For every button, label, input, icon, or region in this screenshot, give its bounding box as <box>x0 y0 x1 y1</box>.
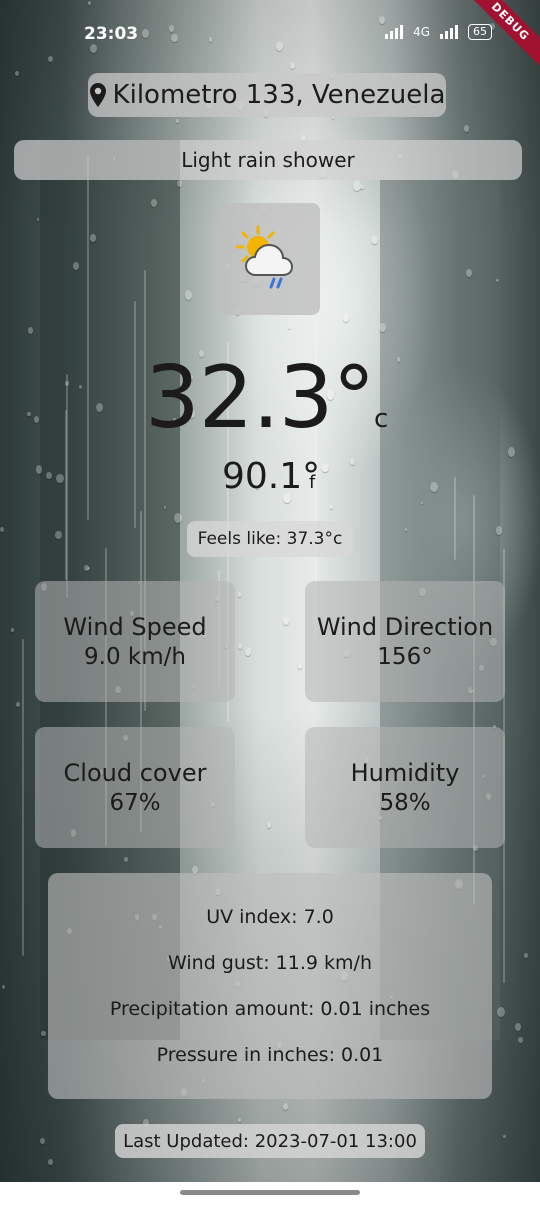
rain-drop <box>518 1036 524 1043</box>
status-bar: 23:03 4G 65 <box>0 0 540 60</box>
rain-drop <box>396 357 400 362</box>
pressure-row: Pressure in inches: 0.01 <box>156 1044 384 1066</box>
rain-drop <box>184 290 192 300</box>
sun-cloud-rain-icon <box>235 225 294 289</box>
wind-direction-card: Wind Direction 156° <box>305 581 505 702</box>
rain-drop <box>11 628 14 632</box>
network-type-label: 4G <box>413 25 430 39</box>
last-updated-pill: Last Updated: 2023-07-01 13:00 <box>115 1124 425 1158</box>
uv-index-row: UV index: 7.0 <box>206 906 334 928</box>
rain-drop <box>298 663 303 669</box>
condition-pill: Light rain shower <box>14 140 522 180</box>
rain-drop <box>175 119 179 123</box>
rain-drop <box>47 1158 53 1165</box>
card-label: Humidity <box>350 758 460 787</box>
rain-drop <box>329 504 334 510</box>
rain-drop <box>503 1134 506 1138</box>
rain-drop <box>266 822 272 829</box>
rain-drop <box>174 512 182 523</box>
rain-drop <box>496 1006 505 1017</box>
wind-gust-row: Wind gust: 11.9 km/h <box>168 952 372 974</box>
rain-drop <box>321 462 329 473</box>
wind-speed-card: Wind Speed 9.0 km/h <box>35 581 235 702</box>
rain-drop <box>464 125 469 132</box>
card-value: 58% <box>379 789 431 816</box>
rain-drop <box>289 61 296 69</box>
humidity-card: Humidity 58% <box>305 727 505 848</box>
rain-drop <box>95 402 103 412</box>
weather-condition-box <box>220 203 320 315</box>
rain-drop <box>150 199 157 208</box>
feels-like-pill: Feels like: 37.3°c <box>187 521 353 557</box>
rain-streak <box>65 409 68 581</box>
rain-drop <box>55 530 62 539</box>
battery-icon: 65 <box>468 24 492 40</box>
card-label: Cloud cover <box>63 758 207 787</box>
details-panel: UV index: 7.0 Wind gust: 11.9 km/h Preci… <box>48 873 492 1099</box>
card-label: Wind Speed <box>63 612 207 641</box>
card-label: Wind Direction <box>316 612 494 641</box>
rain-drop <box>523 952 528 959</box>
temperature-celsius: 32.3° <box>145 348 375 448</box>
rain-drop <box>36 218 40 222</box>
rain-drop <box>35 465 43 474</box>
signal-icon <box>440 25 458 39</box>
rain-drop <box>349 457 355 465</box>
card-value: 67% <box>109 789 161 816</box>
rain-drop <box>1 984 5 989</box>
map-pin-icon <box>89 83 106 107</box>
celsius-unit: c <box>374 404 389 434</box>
condition-text: Light rain shower <box>181 148 355 172</box>
rain-drop <box>27 411 31 417</box>
rain-drop <box>27 327 33 334</box>
rain-drop <box>15 702 20 708</box>
rain-drop <box>34 416 40 423</box>
rain-drop <box>244 647 251 656</box>
card-value: 156° <box>377 643 433 670</box>
status-time: 23:03 <box>84 24 139 44</box>
rain-drop <box>237 592 241 597</box>
rain-drop <box>78 385 82 389</box>
rain-drop <box>287 326 290 330</box>
rain-drop <box>430 482 438 493</box>
location-pill: Kilometro 133, Venezuela <box>88 73 446 117</box>
rain-drop <box>353 180 362 191</box>
rain-drop <box>283 1103 289 1111</box>
rain-drop <box>83 564 89 572</box>
feels-like-text: Feels like: 37.3°c <box>197 529 343 549</box>
rain-drop <box>466 268 473 277</box>
rain-drop <box>342 313 349 322</box>
rain-drop <box>508 447 516 457</box>
signal-icon <box>385 25 404 39</box>
fahrenheit-unit: f <box>309 472 316 493</box>
rain-drop <box>371 235 379 245</box>
status-icons: 4G 65 <box>385 24 492 40</box>
rain-drop <box>14 70 19 77</box>
rain-streak <box>86 156 89 520</box>
home-indicator[interactable] <box>180 1190 360 1195</box>
cloud-cover-card: Cloud cover 67% <box>35 727 235 848</box>
rain-drop <box>72 261 79 270</box>
rain-drop <box>238 1118 241 1122</box>
rain-drop <box>237 642 243 650</box>
temperature-fahrenheit: 90.1° <box>222 456 321 497</box>
rain-drop <box>56 473 64 484</box>
rain-drop <box>515 1022 522 1031</box>
precipitation-row: Precipitation amount: 0.01 inches <box>109 998 431 1020</box>
last-updated-text: Last Updated: 2023-07-01 13:00 <box>123 1130 417 1152</box>
rain-drop <box>177 179 183 187</box>
rain-drop <box>0 527 4 532</box>
rain-drop <box>495 526 503 535</box>
location-name: Kilometro 133, Venezuela <box>112 80 446 110</box>
rain-drop <box>282 616 290 626</box>
rain-streak <box>21 639 24 956</box>
rain-drop <box>41 1030 46 1037</box>
rain-drop <box>40 1138 46 1145</box>
card-value: 9.0 km/h <box>84 643 186 670</box>
